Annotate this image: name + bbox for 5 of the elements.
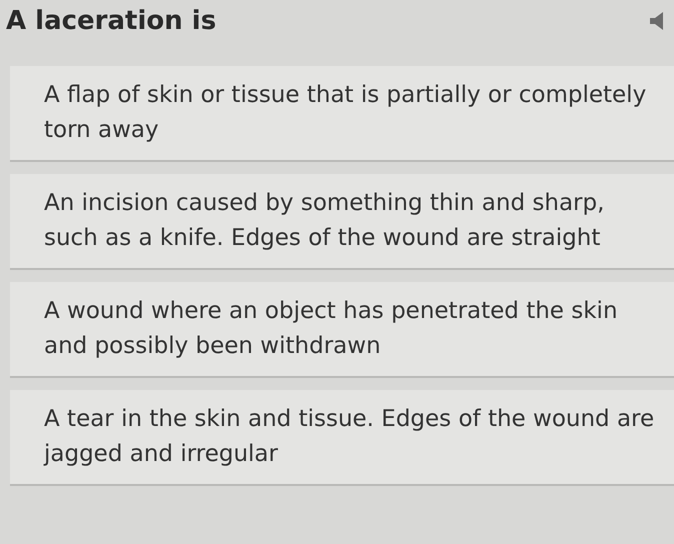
answer-choice[interactable]: A flap of skin or tissue that is partially or completely torn away xyxy=(10,66,674,162)
answer-choice[interactable]: A wound where an object has penetrated the skin and possibly been withdrawn xyxy=(10,282,674,378)
question-title: A laceration is xyxy=(6,4,216,38)
answer-choice[interactable]: An incision caused by something thin and sharp, such as a knife. Edges of the wound are straight xyxy=(10,174,674,270)
answer-choice[interactable]: A tear in the skin and tissue. Edges of the wound are jagged and irregular xyxy=(10,390,674,486)
